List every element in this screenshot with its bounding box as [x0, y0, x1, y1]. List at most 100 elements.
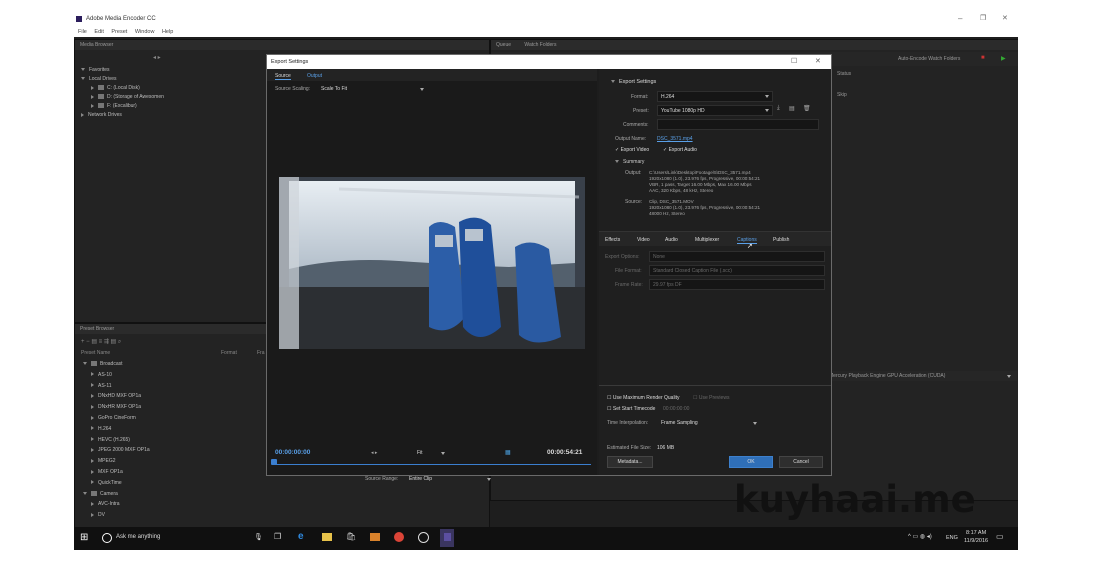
dialog-close-icon[interactable]: ✕ [815, 55, 821, 69]
preset-item[interactable]: AS-10 [83, 370, 263, 381]
start-queue-icon[interactable]: ▶ [1001, 55, 1006, 62]
store-icon[interactable]: 🛍 [346, 532, 356, 541]
format-dropdown-icon[interactable] [765, 95, 769, 98]
microphone-icon[interactable]: 🎙 [254, 533, 263, 541]
tab-publish[interactable]: Publish [773, 237, 789, 243]
preset-item[interactable]: AVC-Intra [83, 499, 263, 510]
preset-item[interactable]: QuickTime [83, 478, 263, 489]
import-preset-icon[interactable]: ▤ [789, 105, 795, 112]
export-options-select[interactable]: None [649, 251, 825, 262]
aspect-toggle-icon[interactable]: ▦ [505, 449, 511, 456]
export-video-checkbox[interactable]: ✓ Export Video [615, 147, 649, 153]
windows-start-icon[interactable]: ⊞ [80, 532, 88, 543]
tab-video[interactable]: Video [637, 237, 650, 243]
zoom-fit-select[interactable]: Fit [417, 450, 423, 456]
menu-help[interactable]: Help [162, 29, 173, 35]
column-frame[interactable]: Fra [257, 350, 265, 356]
summary-header[interactable]: Summary [615, 159, 644, 165]
cancel-button[interactable]: Cancel [779, 456, 823, 468]
format-select[interactable]: H.264 [657, 91, 773, 102]
stop-icon[interactable]: ■ [981, 55, 985, 61]
cortana-icon[interactable] [102, 533, 112, 543]
tab-watch-folders[interactable]: Watch Folders [524, 42, 556, 48]
collapsed-icon[interactable] [91, 394, 94, 399]
start-timecode-value[interactable]: 00:00:00:00 [663, 406, 689, 412]
ok-button[interactable]: OK [729, 456, 773, 468]
use-previews-checkbox[interactable]: ☐ Use Previews [693, 395, 729, 401]
preset-select[interactable]: YouTube 1080p HD [657, 105, 773, 116]
tab-multiplexer[interactable]: Multiplexer [695, 237, 719, 243]
media-player-icon[interactable] [370, 533, 380, 541]
start-timecode-checkbox[interactable]: ☐ Set Start Timecode [607, 406, 655, 412]
save-preset-icon[interactable]: ⤓ [777, 105, 780, 112]
auto-encode-checkbox[interactable]: Auto-Encode Watch Folders [898, 56, 960, 62]
collapsed-icon[interactable] [91, 448, 94, 453]
time-interpolation-dropdown-icon[interactable] [753, 422, 757, 425]
chrome-icon[interactable] [394, 532, 404, 542]
tray-icons[interactable]: ^ ▭ ◍ ◂) [908, 533, 932, 540]
close-window-icon[interactable]: ✕ [1002, 14, 1008, 22]
preset-item[interactable]: DNxHR MXF OP1a [83, 402, 263, 413]
column-preset-name[interactable]: Preset Name [81, 350, 110, 356]
preset-item[interactable]: MXF OP1a [83, 467, 263, 478]
menu-edit[interactable]: Edit [94, 29, 103, 35]
collapsed-icon[interactable] [91, 469, 94, 474]
collapsed-icon[interactable] [91, 372, 94, 377]
delete-preset-icon[interactable]: 🗑 [803, 105, 811, 112]
zoom-fit-dropdown-icon[interactable] [441, 452, 445, 455]
preset-item[interactable]: HEVC (H.265) [83, 435, 263, 446]
preset-item[interactable]: GoPro CineForm [83, 413, 263, 424]
export-settings-header[interactable]: Export Settings [611, 79, 656, 85]
tree-network-drives[interactable]: Network Drives [81, 111, 181, 120]
preset-toolbar-icons[interactable]: + − ▤ ≡ ⇶ ▤ ⌕ [81, 338, 121, 346]
column-format[interactable]: Format [221, 350, 237, 356]
nav-arrows-icon[interactable]: ◂ ▸ [153, 54, 161, 61]
tab-effects[interactable]: Effects [605, 237, 620, 243]
edge-icon[interactable]: e [298, 531, 304, 542]
clock-app-icon[interactable] [418, 532, 429, 543]
preset-dropdown-icon[interactable] [765, 109, 769, 112]
language-indicator[interactable]: ENG [946, 535, 958, 541]
collapsed-icon[interactable] [91, 512, 94, 517]
collapsed-icon[interactable] [91, 502, 94, 507]
source-range-value[interactable]: Entire Clip [409, 476, 432, 482]
expanded-icon[interactable] [83, 362, 87, 366]
comments-input[interactable] [657, 119, 819, 130]
task-view-icon[interactable]: ❐ [274, 532, 281, 541]
mark-in-out-icons[interactable]: ◂ ▸ [371, 450, 377, 456]
tree-drive-c[interactable]: C: (Local Disk) [81, 84, 181, 93]
collapsed-icon[interactable] [91, 480, 94, 485]
tree-favorites[interactable]: Favorites [81, 66, 181, 75]
collapsed-icon[interactable] [91, 383, 94, 388]
timeline-bar[interactable] [273, 464, 591, 465]
playhead-icon[interactable] [271, 459, 277, 465]
max-render-quality-checkbox[interactable]: ☐ Use Maximum Render Quality [607, 395, 680, 401]
preset-item[interactable]: AS-11 [83, 381, 263, 392]
clock-time[interactable]: 8:17 AM [966, 530, 986, 536]
renderer-dropdown-icon[interactable] [1007, 375, 1011, 378]
file-format-select[interactable]: Standard Closed Caption File (.scc) [649, 265, 825, 276]
source-scaling-dropdown-icon[interactable] [420, 88, 424, 91]
collapsed-icon[interactable] [91, 404, 94, 409]
expanded-icon[interactable] [83, 491, 87, 495]
tab-source[interactable]: Source [275, 73, 291, 80]
clock-date[interactable]: 11/9/2016 [964, 538, 988, 544]
minimize-icon[interactable]: – [958, 14, 962, 23]
preset-item[interactable]: DV [83, 510, 263, 521]
source-range-dropdown-icon[interactable] [487, 478, 491, 481]
export-audio-checkbox[interactable]: ✓ Export Audio [663, 147, 697, 153]
tab-queue[interactable]: Queue [496, 42, 511, 48]
preset-item[interactable]: Camera [83, 489, 263, 500]
file-explorer-icon[interactable] [322, 533, 332, 541]
frame-rate-select[interactable]: 29.97 fps DF [649, 279, 825, 290]
tree-local-drives[interactable]: Local Drives [81, 75, 181, 84]
tab-output[interactable]: Output [307, 73, 322, 79]
preset-item[interactable]: DNxHD MXF OP1a [83, 391, 263, 402]
output-name-link[interactable]: DSC_3571.mp4 [657, 136, 693, 142]
collapsed-icon[interactable] [91, 437, 94, 442]
time-interpolation-select[interactable]: Frame Sampling [661, 420, 698, 426]
renderer-select[interactable]: Mercury Playback Engine GPU Acceleration… [829, 373, 945, 379]
menu-window[interactable]: Window [135, 29, 155, 35]
tab-audio[interactable]: Audio [665, 237, 678, 243]
search-box[interactable]: Ask me anything [116, 534, 160, 540]
